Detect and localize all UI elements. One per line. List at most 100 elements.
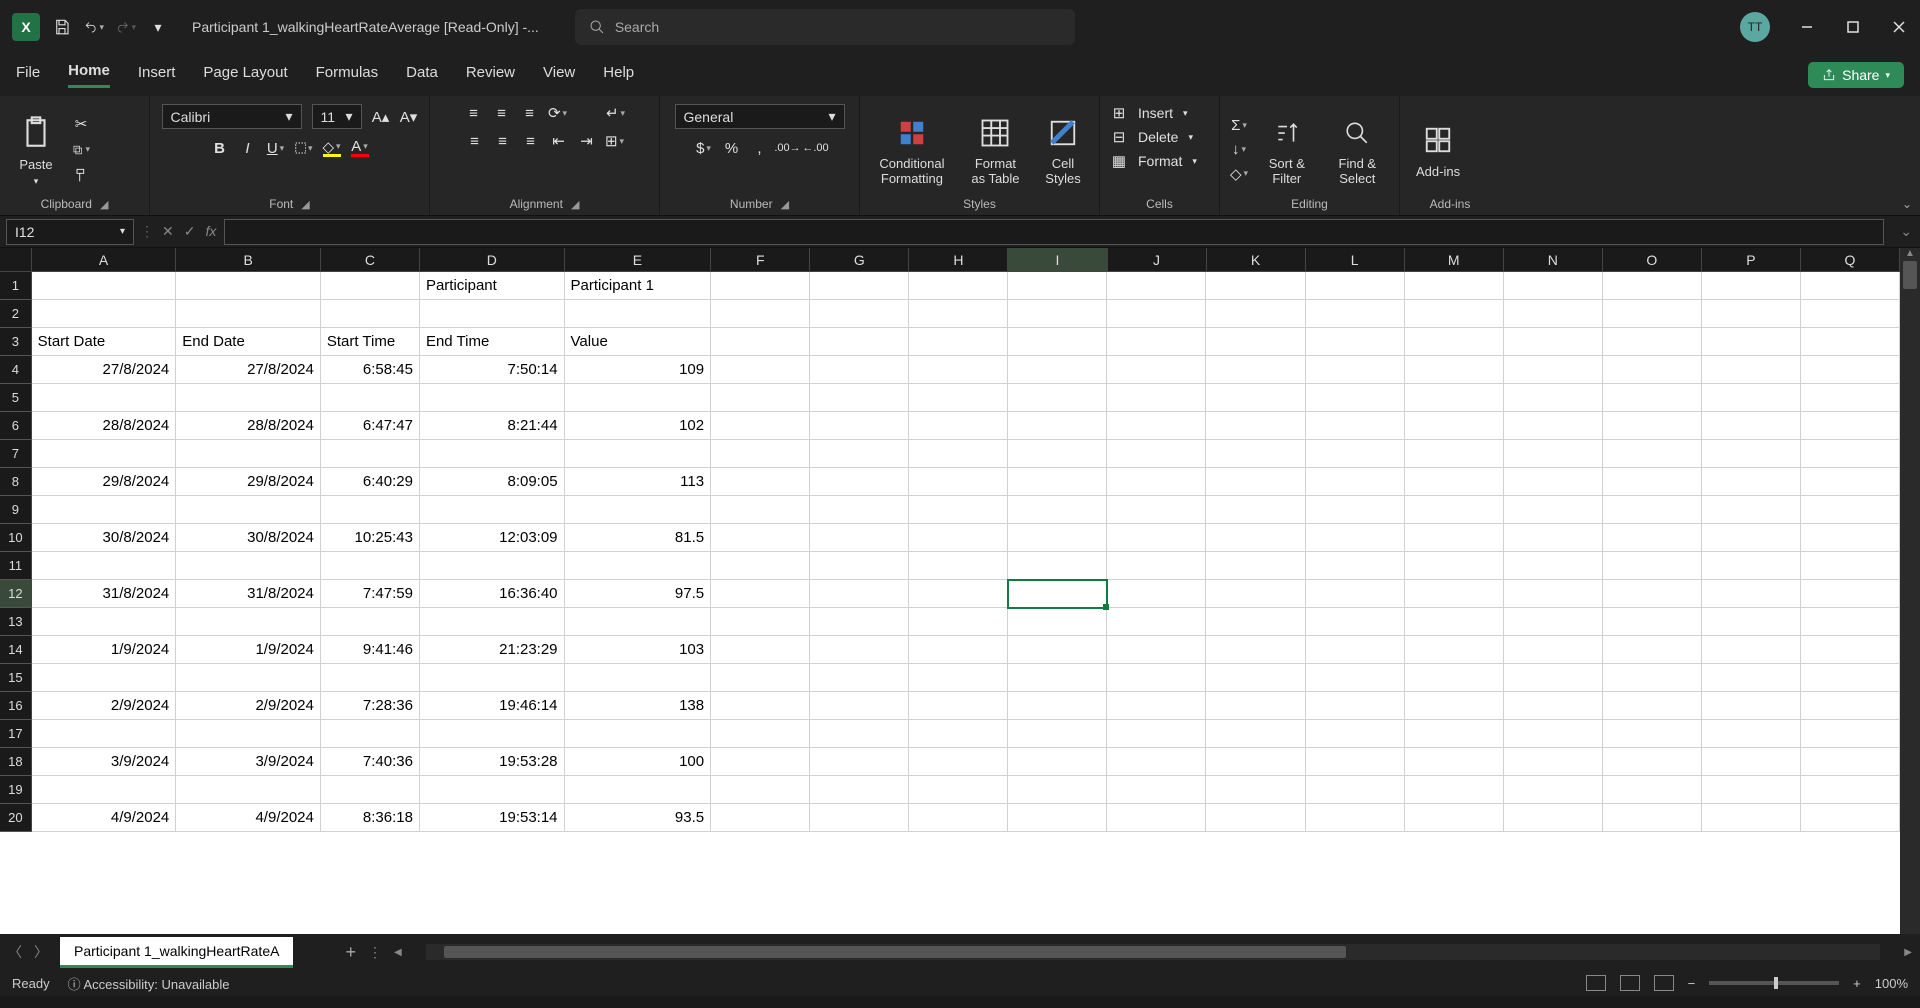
align-top-icon[interactable]: ≡ [465, 104, 483, 122]
expand-formula-bar-icon[interactable]: ⌄ [1892, 223, 1920, 240]
cell[interactable] [810, 692, 909, 720]
cell[interactable] [1306, 496, 1405, 524]
undo-icon[interactable] [84, 17, 104, 37]
row-header[interactable]: 18 [0, 748, 32, 776]
cell[interactable]: 29/8/2024 [176, 468, 321, 496]
cell[interactable]: 29/8/2024 [32, 468, 177, 496]
column-header[interactable]: B [176, 248, 321, 272]
cell[interactable]: 31/8/2024 [32, 580, 177, 608]
row-header[interactable]: 12 [0, 580, 32, 608]
cell[interactable] [1702, 692, 1801, 720]
cell[interactable] [1306, 804, 1405, 832]
cell[interactable] [1107, 328, 1206, 356]
cell[interactable] [711, 580, 810, 608]
cell[interactable] [1107, 300, 1206, 328]
cell[interactable] [810, 748, 909, 776]
copy-icon[interactable] [72, 141, 90, 159]
cell[interactable]: 21:23:29 [420, 636, 565, 664]
row-header[interactable]: 15 [0, 664, 32, 692]
cell[interactable] [1603, 776, 1702, 804]
cell[interactable] [176, 608, 321, 636]
cell[interactable] [1306, 440, 1405, 468]
column-header[interactable]: I [1008, 248, 1107, 272]
cell[interactable] [1306, 300, 1405, 328]
row-header[interactable]: 8 [0, 468, 32, 496]
hscroll-right-icon[interactable]: ▶ [1904, 947, 1912, 958]
cell[interactable] [1306, 412, 1405, 440]
cell[interactable]: 6:58:45 [321, 356, 420, 384]
column-header[interactable]: L [1306, 248, 1405, 272]
cell[interactable] [1107, 580, 1206, 608]
cell[interactable] [176, 440, 321, 468]
cell[interactable] [1206, 608, 1305, 636]
zoom-out-button[interactable]: − [1688, 976, 1696, 991]
cell[interactable] [711, 552, 810, 580]
cell[interactable] [1504, 496, 1603, 524]
cell[interactable] [321, 496, 420, 524]
row-header[interactable]: 11 [0, 552, 32, 580]
cell[interactable] [1306, 608, 1405, 636]
cell[interactable]: 102 [565, 412, 712, 440]
cell[interactable] [1801, 748, 1900, 776]
cell[interactable] [1702, 468, 1801, 496]
cell[interactable] [1702, 804, 1801, 832]
cell[interactable] [1206, 776, 1305, 804]
cell[interactable] [810, 300, 909, 328]
cell[interactable] [1702, 356, 1801, 384]
column-header[interactable]: D [420, 248, 565, 272]
cell[interactable] [1008, 552, 1107, 580]
tab-formulas[interactable]: Formulas [316, 64, 379, 87]
cell[interactable] [1603, 608, 1702, 636]
tab-data[interactable]: Data [406, 64, 438, 87]
cell[interactable]: 138 [565, 692, 712, 720]
sort-filter-button[interactable]: Sort & Filter [1258, 113, 1316, 186]
cell[interactable] [810, 328, 909, 356]
cell[interactable] [1306, 776, 1405, 804]
cell[interactable]: 4/9/2024 [176, 804, 321, 832]
cell[interactable]: Participant [420, 272, 565, 300]
cell[interactable] [565, 440, 712, 468]
cell[interactable] [32, 776, 177, 804]
cell[interactable]: 31/8/2024 [176, 580, 321, 608]
column-header[interactable]: Q [1801, 248, 1900, 272]
cell[interactable] [1603, 748, 1702, 776]
cell[interactable]: 27/8/2024 [32, 356, 177, 384]
cell[interactable] [1107, 804, 1206, 832]
cell[interactable]: 28/8/2024 [32, 412, 177, 440]
column-header[interactable]: O [1603, 248, 1702, 272]
cell[interactable] [711, 720, 810, 748]
formula-input[interactable] [224, 219, 1884, 245]
cell[interactable] [810, 412, 909, 440]
column-header[interactable]: K [1207, 248, 1306, 272]
search-input[interactable]: Search [575, 9, 1075, 45]
cell[interactable]: 3/9/2024 [32, 748, 177, 776]
cell[interactable] [711, 384, 810, 412]
cell[interactable] [1603, 328, 1702, 356]
cell[interactable] [909, 412, 1008, 440]
zoom-level[interactable]: 100% [1875, 976, 1908, 991]
cell[interactable] [32, 552, 177, 580]
save-icon[interactable] [52, 17, 72, 37]
cell[interactable] [1603, 468, 1702, 496]
cell[interactable] [1603, 440, 1702, 468]
cell[interactable]: Start Date [32, 328, 177, 356]
cell[interactable] [1107, 720, 1206, 748]
cell[interactable]: 103 [565, 636, 712, 664]
cell[interactable]: 10:25:43 [321, 524, 420, 552]
cell[interactable] [1405, 272, 1504, 300]
cell[interactable] [1405, 664, 1504, 692]
cell[interactable] [1008, 440, 1107, 468]
cell[interactable] [1008, 496, 1107, 524]
align-middle-icon[interactable]: ≡ [493, 104, 511, 122]
cell[interactable] [32, 300, 177, 328]
cell[interactable] [909, 440, 1008, 468]
cell[interactable] [1603, 664, 1702, 692]
cell[interactable] [1306, 272, 1405, 300]
cell[interactable] [1801, 720, 1900, 748]
select-all-corner[interactable] [0, 248, 32, 272]
cell[interactable] [1306, 692, 1405, 720]
row-header[interactable]: 7 [0, 440, 32, 468]
delete-cells-button[interactable]: ⊟Delete▾ [1110, 128, 1193, 146]
number-format-select[interactable]: General▾ [675, 104, 845, 129]
conditional-formatting-button[interactable]: Conditional Formatting [870, 113, 954, 186]
